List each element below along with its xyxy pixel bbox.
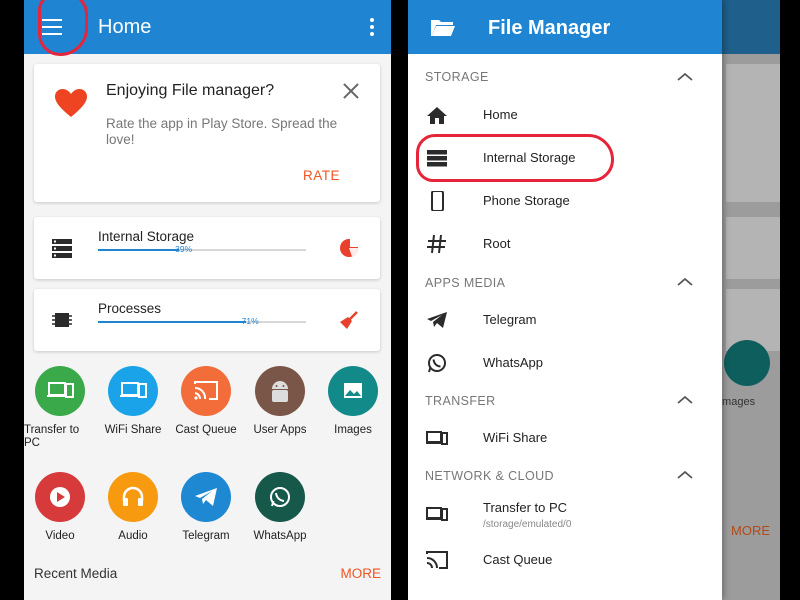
background-more-label: MORE <box>731 523 770 538</box>
drawer-item-internal-storage[interactable]: Internal Storage <box>408 140 722 176</box>
drawer-item-root[interactable]: Root <box>408 226 722 262</box>
phone-icon <box>431 191 444 211</box>
processes-percent: 71% <box>241 316 259 326</box>
hash-icon <box>427 234 446 254</box>
shortcut-label: WiFi Share <box>104 424 162 436</box>
image-icon <box>328 366 378 416</box>
processes-progress-bar <box>98 321 306 323</box>
drawer-item-wifi-share[interactable]: WiFi Share <box>408 420 722 456</box>
drawer-item-path: /storage/emulated/0 <box>483 519 572 530</box>
storage-icon <box>427 150 447 167</box>
recent-more-button[interactable]: MORE <box>341 566 382 581</box>
shortcut-transfer-to-pc[interactable]: Transfer to PC <box>24 366 96 450</box>
processes-card-label: Processes <box>98 301 162 316</box>
page-title: Home <box>98 16 152 38</box>
drawer-item-label: Phone Storage <box>483 193 570 208</box>
drawer-item-phone-storage[interactable]: Phone Storage <box>408 183 722 219</box>
background-images-label: Images <box>719 396 756 408</box>
drawer-item-telegram[interactable]: Telegram <box>408 302 722 338</box>
chevron-up-icon[interactable] <box>676 277 694 287</box>
shortcut-whatsapp[interactable]: WhatsApp <box>244 472 316 543</box>
android-icon <box>255 366 305 416</box>
chevron-up-icon[interactable] <box>676 470 694 480</box>
drawer-item-label: Telegram <box>483 312 537 327</box>
heart-icon <box>55 89 87 117</box>
folder-open-icon <box>431 20 455 36</box>
home-screen: Home Enjoying File manager? Rate the app… <box>24 0 391 600</box>
drawer-title: File Manager <box>488 17 611 39</box>
shortcut-wifi-share[interactable]: WiFi Share <box>97 366 169 437</box>
wifi-share-icon <box>426 431 448 445</box>
shortcut-telegram[interactable]: Telegram <box>170 472 242 543</box>
rate-card-text: Rate the app in Play Store. Spread the l… <box>106 116 338 147</box>
transfer-pc-icon <box>35 366 85 416</box>
shortcut-label: Images <box>334 424 372 436</box>
drawer-header: File Manager <box>408 0 722 54</box>
telegram-icon <box>181 472 231 522</box>
shortcut-label: WhatsApp <box>253 530 307 542</box>
cast-icon <box>426 551 448 569</box>
hamburger-menu-icon[interactable] <box>38 15 66 39</box>
drawer-item-whatsapp[interactable]: WhatsApp <box>408 345 722 381</box>
storage-card-label: Internal Storage <box>98 229 195 244</box>
overflow-menu-icon[interactable] <box>367 16 377 38</box>
transfer-pc-icon <box>426 507 448 521</box>
shortcut-cast-queue[interactable]: Cast Queue <box>170 366 242 437</box>
whatsapp-icon <box>428 354 446 373</box>
shortcut-label: Telegram <box>182 530 230 542</box>
shortcut-label: Audio <box>118 530 148 542</box>
processor-icon <box>52 313 72 327</box>
chevron-up-icon[interactable] <box>676 72 694 82</box>
drawer-screen: Images MORE File Manager STORAGE Home In… <box>408 0 780 600</box>
drawer-item-label: Cast Queue <box>483 552 553 567</box>
section-header-network-cloud: NETWORK & CLOUD <box>425 469 554 483</box>
wifi-share-icon <box>108 366 158 416</box>
chevron-up-icon[interactable] <box>676 395 694 405</box>
drawer-item-label: Transfer to PC <box>483 500 568 515</box>
processes-card[interactable]: Processes 71% <box>34 289 380 351</box>
shortcut-audio[interactable]: Audio <box>97 472 169 543</box>
shortcut-images[interactable]: Images <box>317 366 389 437</box>
drawer-item-label: Home <box>483 107 518 122</box>
close-icon[interactable] <box>342 82 360 100</box>
whatsapp-icon <box>255 472 305 522</box>
drawer-item-label: Internal Storage <box>483 150 576 165</box>
storage-icon <box>52 239 72 258</box>
rate-card-title: Enjoying File manager? <box>106 82 275 99</box>
pie-chart-icon[interactable] <box>338 237 360 259</box>
rate-card: Enjoying File manager? Rate the app in P… <box>34 64 380 202</box>
drawer-item-label: WhatsApp <box>483 355 543 370</box>
app-bar: Home <box>24 0 391 54</box>
screenshot-root: Home Enjoying File manager? Rate the app… <box>0 0 800 600</box>
shortcut-label: Video <box>45 530 75 542</box>
telegram-icon <box>427 312 447 328</box>
play-icon <box>35 472 85 522</box>
cast-icon <box>181 366 231 416</box>
shortcut-label: User Apps <box>253 424 307 436</box>
drawer-item-home[interactable]: Home <box>408 97 722 133</box>
shortcut-user-apps[interactable]: User Apps <box>244 366 316 437</box>
shortcut-video[interactable]: Video <box>24 472 96 543</box>
section-header-apps-media: APPS MEDIA <box>425 276 506 290</box>
drawer-item-transfer-to-pc[interactable]: Transfer to PC /storage/emulated/0 <box>408 490 722 536</box>
drawer-item-cast-queue[interactable]: Cast Queue <box>408 542 722 578</box>
drawer-item-label: Root <box>483 236 511 251</box>
recent-media-title: Recent Media <box>34 566 118 581</box>
shortcut-label: Transfer to PC <box>24 424 80 449</box>
section-header-transfer: TRANSFER <box>425 394 496 408</box>
storage-progress-bar <box>98 249 306 251</box>
headphones-icon <box>108 472 158 522</box>
navigation-drawer: File Manager STORAGE Home Internal Stora… <box>408 0 722 600</box>
internal-storage-card[interactable]: Internal Storage 39% <box>34 217 380 279</box>
drawer-item-label: WiFi Share <box>483 430 548 445</box>
home-icon <box>427 107 447 124</box>
broom-icon[interactable] <box>338 309 360 331</box>
rate-button[interactable]: RATE <box>303 168 340 183</box>
shortcut-label: Cast Queue <box>175 424 237 436</box>
storage-percent: 39% <box>175 244 193 254</box>
section-header-storage: STORAGE <box>425 70 489 84</box>
